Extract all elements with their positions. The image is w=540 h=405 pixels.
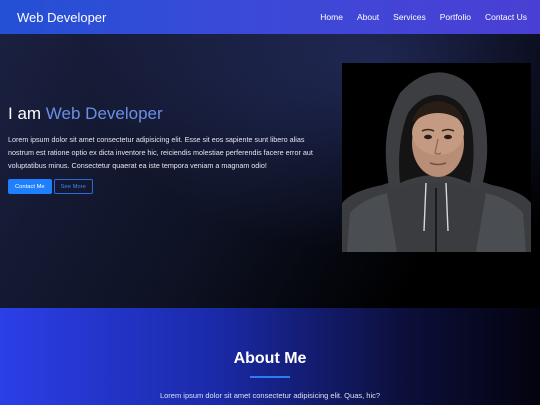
about-description: Lorem ipsum dolor sit amet consectetur a…	[159, 391, 381, 400]
about-title: About Me	[233, 350, 307, 367]
hero-text: I am Web Developer Lorem ipsum dolor sit…	[8, 104, 326, 195]
nav-link-portfolio[interactable]: Portfolio	[440, 12, 471, 22]
contact-me-button[interactable]: Contact Me	[8, 179, 52, 195]
hero-description: Lorem ipsum dolor sit amet consectetur a…	[8, 135, 313, 170]
profile-photo	[342, 63, 531, 252]
see-more-button[interactable]: See More	[53, 179, 93, 195]
nav-link-home[interactable]: Home	[320, 12, 343, 22]
nav-links: Home About Services Portfolio Contact Us	[306, 12, 527, 22]
hero-title-prefix: I am	[8, 104, 46, 123]
nav-link-services[interactable]: Services	[393, 12, 426, 22]
hero-title: I am Web Developer	[8, 104, 326, 124]
about-title-underline	[250, 376, 290, 378]
navbar: Web Developer Home About Services Portfo…	[0, 0, 540, 34]
about-section: About Me Lorem ipsum dolor sit amet cons…	[0, 308, 540, 405]
brand-logo[interactable]: Web Developer	[17, 10, 106, 25]
nav-link-about[interactable]: About	[357, 12, 379, 22]
hero-title-accent: Web Developer	[45, 104, 163, 123]
profile-photo-illustration	[342, 63, 531, 252]
hero-buttons: Contact Me See More	[8, 179, 326, 195]
nav-link-contact[interactable]: Contact Us	[485, 12, 527, 22]
